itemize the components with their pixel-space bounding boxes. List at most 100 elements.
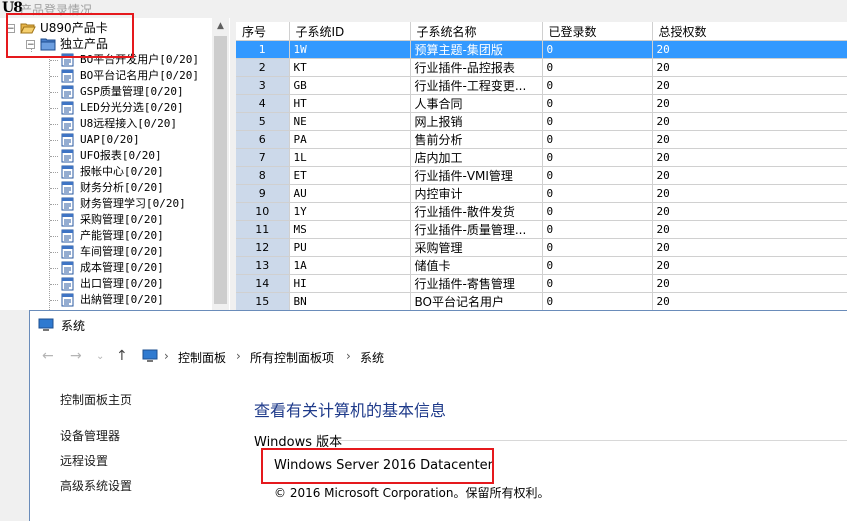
logged-in-count: 0 [542, 40, 653, 59]
document-icon [60, 261, 76, 275]
table-row[interactable]: 10 1Y 行业插件-散件发货 0 20 [236, 202, 847, 221]
table-row[interactable]: 11 MS 行业插件-质量管理... 0 20 [236, 220, 847, 239]
table-row[interactable]: 8 ET 行业插件-VMI管理 0 20 [236, 166, 847, 185]
table-row[interactable]: 1 1W 预算主题-集团版 0 20 [236, 40, 847, 59]
table-row[interactable]: 2 KT 行业插件-品控报表 0 20 [236, 58, 847, 77]
open-folder-icon [20, 21, 36, 35]
computer-icon [38, 318, 54, 331]
logged-in-count: 0 [542, 184, 653, 203]
tree-node-label: 出納管理[0/20] [80, 293, 164, 306]
folder-icon [40, 37, 56, 51]
document-icon [60, 85, 76, 99]
tree-connector [50, 92, 58, 93]
tree-connector [50, 220, 58, 221]
back-arrow-icon[interactable]: ← [42, 348, 54, 364]
tree-connector [50, 172, 58, 173]
scroll-up-icon[interactable]: ▲ [212, 18, 229, 34]
total-licenses: 20 [652, 220, 847, 239]
system-title-bar: 系统 [30, 311, 847, 341]
tree-node-label: U890产品卡 [40, 21, 108, 35]
link-advanced-settings[interactable]: 高级系统设置 [60, 477, 132, 494]
collapse-toggle-icon[interactable]: − [6, 24, 15, 34]
breadcrumb-chevron-icon[interactable]: › [236, 349, 241, 363]
tree-node-label: U8远程接入[0/20] [80, 117, 177, 130]
u8-logo: U8 [2, 0, 23, 16]
total-licenses: 20 [652, 40, 847, 59]
subsystem-name: 行业插件-品控报表 [410, 58, 543, 77]
breadcrumb-chevron-icon[interactable]: › [164, 349, 169, 363]
tree-connector [50, 268, 58, 269]
logged-in-count: 0 [542, 76, 653, 95]
row-number: 15 [236, 292, 290, 310]
tree-connector [50, 140, 58, 141]
subsystem-name: 内控审计 [410, 184, 543, 203]
subsystem-id: 1Y [289, 202, 411, 221]
recent-dropdown-icon[interactable]: ⌄ [96, 351, 104, 362]
row-number: 6 [236, 130, 290, 149]
subsystem-name: 售前分析 [410, 130, 543, 149]
table-row[interactable]: 7 1L 店内加工 0 20 [236, 148, 847, 167]
copyright-text: © 2016 Microsoft Corporation。保留所有权利。 [274, 486, 550, 500]
table-row[interactable]: 15 BN BO平台记名用户 0 20 [236, 292, 847, 310]
tree-connector [50, 300, 58, 301]
breadcrumb-chevron-icon[interactable]: › [346, 349, 351, 363]
link-control-panel-home[interactable]: 控制面板主页 [60, 391, 132, 408]
subsystem-id: 1W [289, 40, 411, 59]
total-licenses: 20 [652, 130, 847, 149]
tree-node-label: 财务管理学习[0/20] [80, 197, 186, 210]
tree-scrollbar[interactable]: ▲ [212, 18, 229, 310]
row-number: 7 [236, 148, 290, 167]
col-header-subsystem-name[interactable]: 子系统名称 [410, 22, 543, 41]
logged-in-count: 0 [542, 202, 653, 221]
row-number: 13 [236, 256, 290, 275]
total-licenses: 20 [652, 94, 847, 113]
row-number: 3 [236, 76, 290, 95]
control-panel-icon [142, 349, 158, 362]
subsystem-name: BO平台记名用户 [410, 292, 543, 310]
forward-arrow-icon[interactable]: → [70, 348, 82, 364]
subsystem-name: 行业插件-VMI管理 [410, 166, 543, 185]
breadcrumb-system[interactable]: 系统 [360, 349, 384, 366]
breadcrumb-all-items[interactable]: 所有控制面板项 [250, 349, 334, 366]
col-header-logged-in[interactable]: 已登录数 [542, 22, 653, 41]
table-row[interactable]: 3 GB 行业插件-工程变更... 0 20 [236, 76, 847, 95]
scroll-thumb[interactable] [214, 36, 227, 304]
tree-connector [50, 108, 58, 109]
col-header-subsystem-id[interactable]: 子系统ID [289, 22, 411, 41]
subsystem-id: KT [289, 58, 411, 77]
document-icon [60, 53, 76, 67]
table-row[interactable]: 5 NE 网上报销 0 20 [236, 112, 847, 131]
link-device-manager[interactable]: 设备管理器 [60, 427, 120, 444]
table-row[interactable]: 13 1A 储值卡 0 20 [236, 256, 847, 275]
table-row[interactable]: 9 AU 内控审计 0 20 [236, 184, 847, 203]
row-number: 10 [236, 202, 290, 221]
document-icon [60, 293, 76, 307]
subsystem-grid: 序号 子系统ID 子系统名称 已登录数 总授权数 1 1W 预算主题-集团版 0 20 2 KT 行业… [236, 22, 847, 310]
row-number: 11 [236, 220, 290, 239]
product-tree[interactable]: U890产品卡 − 独立产品 − BO平台开发用户[0/20] BO平台记名用户[0/20… [0, 18, 230, 310]
total-licenses: 20 [652, 76, 847, 95]
up-arrow-icon[interactable]: ↑ [116, 348, 128, 364]
document-icon [60, 245, 76, 259]
section-divider [336, 440, 847, 441]
col-header-index[interactable]: 序号 [236, 22, 290, 41]
tree-connector [50, 252, 58, 253]
tree-connector [50, 76, 58, 77]
subsystem-name: 网上报销 [410, 112, 543, 131]
row-number: 1 [236, 40, 290, 59]
link-remote-settings[interactable]: 远程设置 [60, 452, 108, 469]
table-row[interactable]: 4 HT 人事合同 0 20 [236, 94, 847, 113]
logged-in-count: 0 [542, 58, 653, 77]
table-row[interactable]: 14 HI 行业插件-寄售管理 0 20 [236, 274, 847, 293]
table-row[interactable]: 12 PU 采购管理 0 20 [236, 238, 847, 257]
app-title-bar: U8 产品登录情况 [0, 0, 847, 17]
table-row[interactable]: 6 PA 售前分析 0 20 [236, 130, 847, 149]
tree-connector [50, 236, 58, 237]
row-number: 2 [236, 58, 290, 77]
breadcrumb-control-panel[interactable]: 控制面板 [178, 349, 226, 366]
logged-in-count: 0 [542, 220, 653, 239]
col-header-total-licenses[interactable]: 总授权数 [652, 22, 847, 41]
logged-in-count: 0 [542, 166, 653, 185]
subsystem-name: 储值卡 [410, 256, 543, 275]
collapse-toggle-icon[interactable]: − [26, 40, 35, 50]
